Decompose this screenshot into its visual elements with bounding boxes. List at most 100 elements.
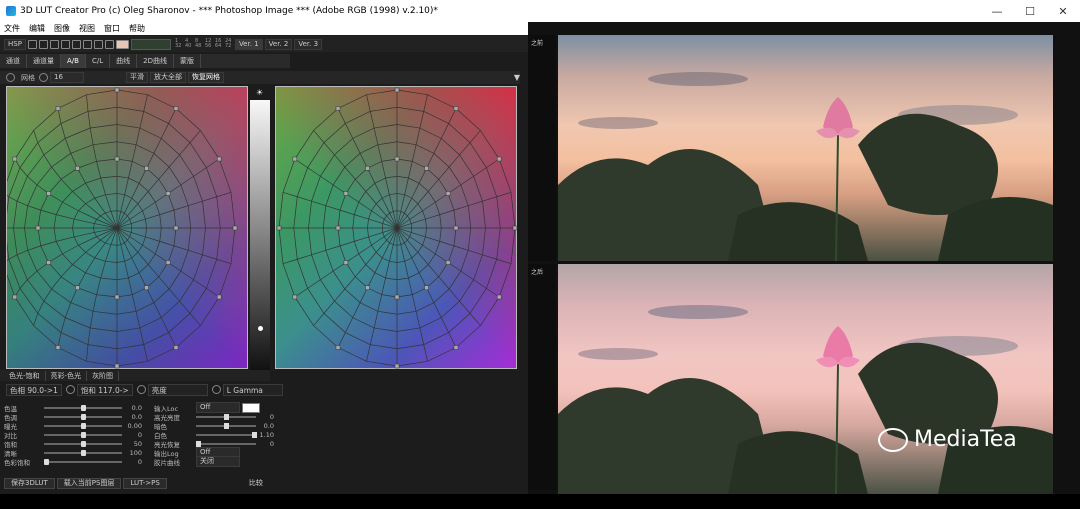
grid-node[interactable] <box>335 225 341 231</box>
tab-ab[interactable]: A/B <box>61 54 86 68</box>
brightness-reset-icon[interactable] <box>211 385 221 394</box>
grid-node[interactable] <box>55 106 61 111</box>
grid-num[interactable]: 64 <box>215 44 225 49</box>
grid-node[interactable] <box>394 294 400 300</box>
menu-window[interactable]: 窗口 <box>104 23 120 34</box>
grid-node[interactable] <box>343 191 349 196</box>
grid-node[interactable] <box>216 156 222 162</box>
grid-node[interactable] <box>144 165 149 171</box>
grid-node[interactable] <box>335 345 341 350</box>
grid-node[interactable] <box>424 285 429 291</box>
grid-size-select[interactable]: 16 <box>50 72 84 83</box>
tab-channels[interactable]: 通道 <box>0 54 27 68</box>
grid-node[interactable] <box>453 106 459 111</box>
panel-menu-icon[interactable]: ▼ <box>514 73 520 82</box>
grid-num[interactable]: 72 <box>225 44 235 49</box>
tab-cl[interactable]: C/L <box>86 54 111 68</box>
grid-num[interactable]: 56 <box>205 44 215 49</box>
grid-node[interactable] <box>144 285 149 291</box>
grid-node[interactable] <box>343 260 349 265</box>
grid-node[interactable] <box>114 87 120 93</box>
param-knob[interactable] <box>81 431 86 438</box>
tab-channel-amount[interactable]: 通道量 <box>27 54 61 68</box>
param-slider[interactable] <box>44 440 122 447</box>
slider-handle[interactable] <box>258 326 263 331</box>
grid-node[interactable] <box>232 225 238 231</box>
grid-node[interactable] <box>165 191 171 196</box>
param-slider[interactable] <box>196 413 256 420</box>
grid-node[interactable] <box>173 345 179 350</box>
load-ps-layer-button[interactable]: 载入当前PS图层 <box>56 477 122 489</box>
param-knob[interactable] <box>81 422 86 429</box>
save-3dlut-button[interactable]: 保存3DLUT <box>4 477 55 489</box>
grid-node[interactable] <box>114 294 120 300</box>
compare-button[interactable]: 比较 <box>249 478 263 488</box>
grid-node[interactable] <box>173 225 179 231</box>
grid-node[interactable] <box>453 345 459 350</box>
tab-curves[interactable]: 曲线 <box>110 54 138 68</box>
smooth-button[interactable]: 平滑 <box>126 72 148 83</box>
grid-node[interactable] <box>75 285 80 291</box>
color-picker-icon[interactable] <box>115 39 129 49</box>
tab-2d-curves[interactable]: 2D曲线 <box>137 54 174 68</box>
grid-node[interactable] <box>335 106 341 111</box>
grid-icon[interactable] <box>93 39 103 49</box>
menu-image[interactable]: 图像 <box>54 23 70 34</box>
pan-icon[interactable] <box>49 39 59 49</box>
param-slider[interactable] <box>196 422 256 429</box>
color-model-select[interactable]: HSP <box>4 38 26 50</box>
maximize-button[interactable]: ☐ <box>1013 0 1047 22</box>
grid-node[interactable] <box>424 165 429 171</box>
version-1-tab[interactable]: Ver. 1 <box>234 38 263 50</box>
reset-grid-button[interactable]: 恢复网格 <box>188 72 224 83</box>
color-grid-mesh[interactable] <box>7 87 249 370</box>
grid-node[interactable] <box>445 260 451 265</box>
brightness-slider[interactable]: ☀ ☾ <box>250 88 270 381</box>
grid-node[interactable] <box>394 363 400 369</box>
tab-grayscale[interactable]: 灰阶图 <box>87 370 120 381</box>
grid-node[interactable] <box>496 294 502 300</box>
eyedropper-icon[interactable] <box>71 39 81 49</box>
param-slider[interactable] <box>44 404 122 411</box>
grid-node[interactable] <box>114 156 120 162</box>
grid-node[interactable] <box>496 156 502 162</box>
grid-node[interactable] <box>75 165 80 171</box>
zoom-icon[interactable] <box>82 39 92 49</box>
version-2-tab[interactable]: Ver. 2 <box>264 38 293 50</box>
move-icon[interactable] <box>27 39 37 49</box>
grid-node[interactable] <box>35 225 41 231</box>
param-slider[interactable] <box>196 431 257 438</box>
param-slider[interactable] <box>44 422 122 429</box>
gamma-select[interactable]: L Gamma <box>222 383 283 396</box>
grid-toggle-icon[interactable] <box>39 73 48 82</box>
menu-view[interactable]: 视图 <box>79 23 95 34</box>
param-knob[interactable] <box>81 449 86 456</box>
grid-node[interactable] <box>365 165 370 171</box>
tab-mask[interactable]: 蒙版 <box>174 54 201 68</box>
param-slider[interactable] <box>44 413 122 420</box>
grid-node[interactable] <box>173 106 179 111</box>
menu-edit[interactable]: 编辑 <box>29 23 45 34</box>
color-grid-before[interactable] <box>6 86 248 369</box>
grid-node[interactable] <box>292 294 298 300</box>
menu-file[interactable]: 文件 <box>4 23 20 34</box>
param-slider[interactable] <box>196 440 256 447</box>
grid-node[interactable] <box>46 260 51 265</box>
grid-node[interactable] <box>453 225 459 231</box>
param-knob[interactable] <box>81 413 86 420</box>
param-knob[interactable] <box>81 440 86 447</box>
sample-icon[interactable] <box>104 39 114 49</box>
grid-node[interactable] <box>276 225 282 231</box>
param-knob[interactable] <box>252 431 257 438</box>
grid-node[interactable] <box>292 156 298 162</box>
settings-icon[interactable] <box>6 73 15 82</box>
grid-num[interactable]: 48 <box>195 44 205 49</box>
minimize-button[interactable]: — <box>980 0 1014 22</box>
grid-node[interactable] <box>216 294 222 300</box>
param-knob[interactable] <box>44 458 49 465</box>
grid-node[interactable] <box>12 294 18 300</box>
param-knob[interactable] <box>196 440 201 447</box>
param-slider[interactable] <box>44 458 122 465</box>
hue-reset-icon[interactable] <box>65 385 75 394</box>
grid-node[interactable] <box>394 156 400 162</box>
